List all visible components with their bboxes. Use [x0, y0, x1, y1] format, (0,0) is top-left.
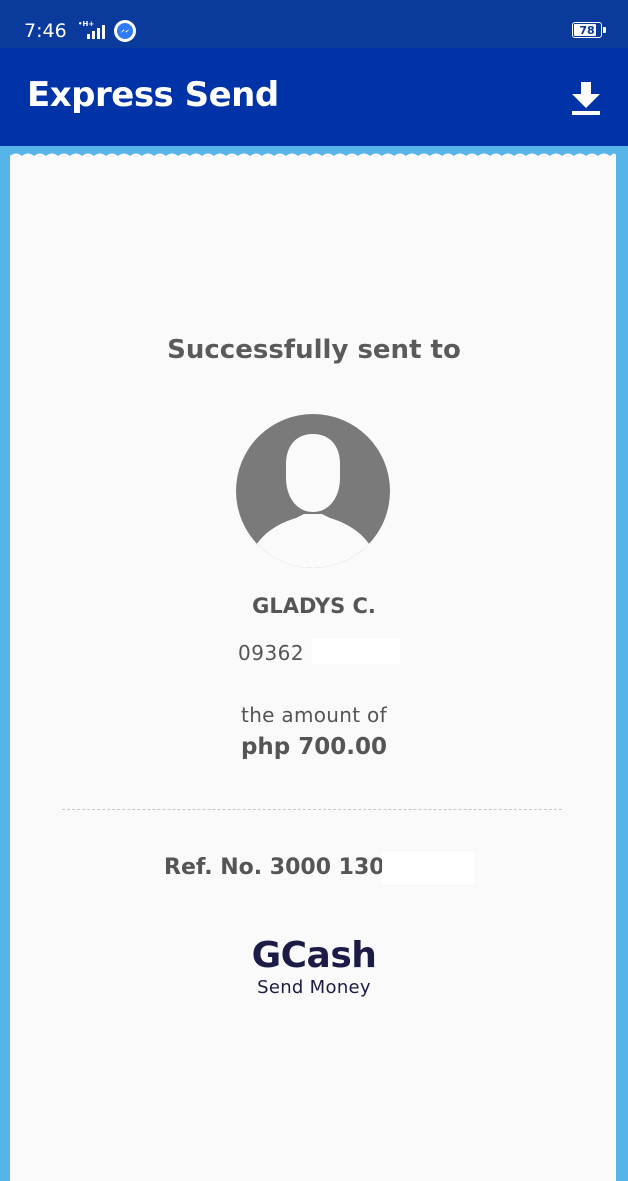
messenger-icon	[114, 20, 136, 42]
success-heading: Successfully sent to	[167, 335, 461, 365]
status-time: 7:46	[24, 20, 67, 42]
signal-icon: •H+	[78, 20, 108, 41]
battery-icon: 78	[572, 22, 606, 38]
reference-number: Ref. No. 3000 1309	[164, 855, 400, 880]
recipient-name: GLADYS C.	[252, 594, 376, 618]
receipt-card	[10, 160, 616, 1181]
amount-value: php 700.00	[240, 734, 388, 760]
redaction-block	[382, 852, 474, 884]
status-bar: 7:46 •H+ 78	[0, 0, 628, 48]
download-icon[interactable]	[568, 74, 604, 118]
brand-subtitle: Send Money	[257, 977, 371, 998]
battery-level: 78	[579, 23, 595, 37]
avatar	[236, 414, 390, 568]
gcash-logo: GCash	[251, 935, 377, 976]
amount-label: the amount of	[241, 703, 387, 727]
redaction-block	[312, 638, 400, 664]
app-bar: Express Send	[0, 48, 628, 146]
status-icons: •H+	[78, 20, 136, 42]
receipt-zigzag-edge	[10, 153, 616, 164]
page-title: Express Send	[27, 75, 279, 115]
recipient-number: 09362	[238, 641, 305, 665]
dashed-divider	[62, 809, 562, 810]
